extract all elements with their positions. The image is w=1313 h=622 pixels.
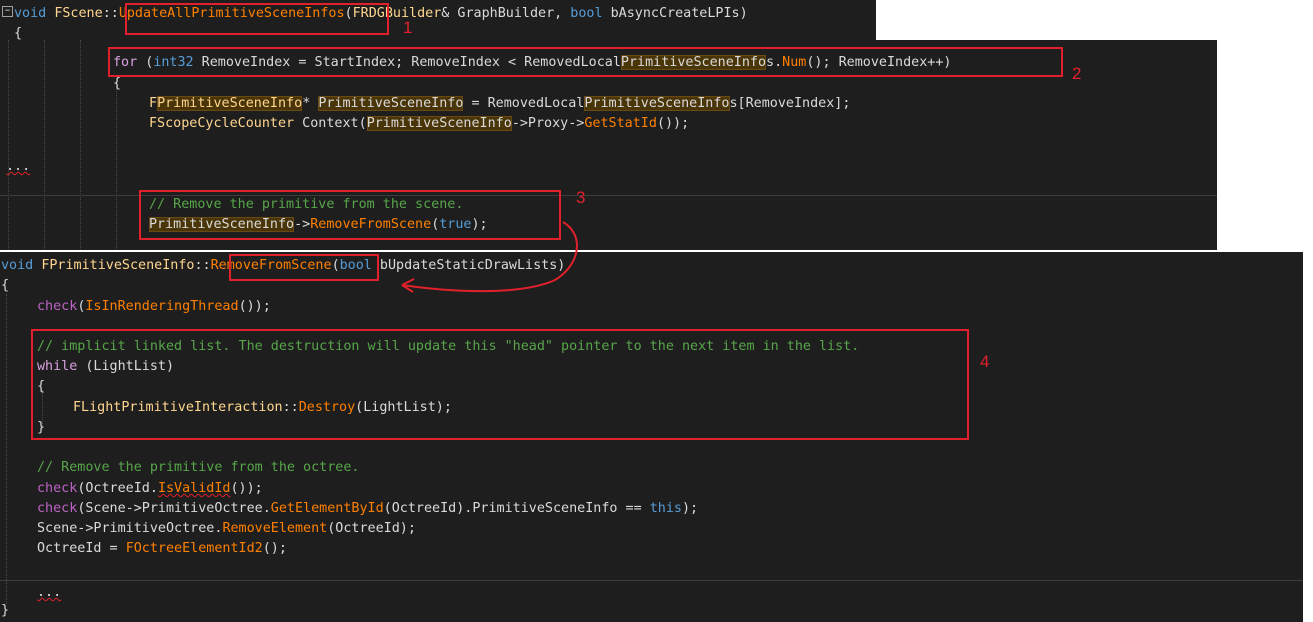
annotation-arrow bbox=[401, 221, 578, 293]
